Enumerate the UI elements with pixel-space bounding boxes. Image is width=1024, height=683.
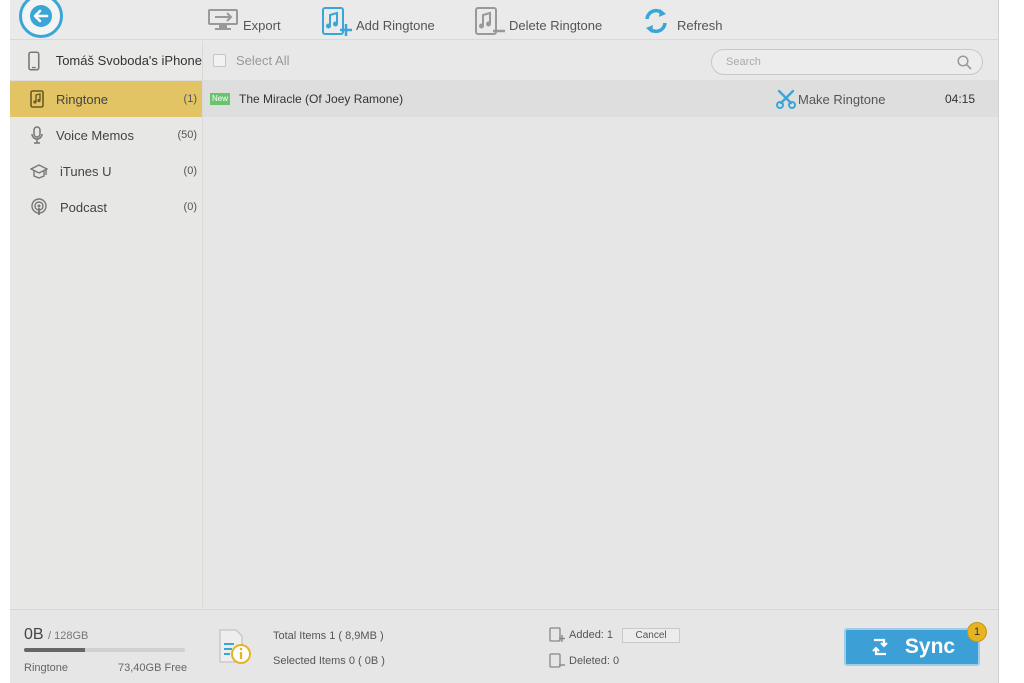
ringtone-list-panel: Select All Search New The Miracle (Of Jo…: [203, 41, 998, 608]
storage-summary: 0B / 128GB Ringtone 73,40GB Free: [24, 626, 194, 674]
table-row[interactable]: New The Miracle (Of Joey Ramone) Make Ri…: [203, 81, 998, 117]
refresh-button[interactable]: Refresh: [641, 6, 723, 38]
arrow-left-icon: [30, 5, 52, 27]
export-button[interactable]: Export: [207, 6, 281, 38]
status-footer: 0B / 128GB Ringtone 73,40GB Free Total I…: [10, 609, 998, 683]
storage-category: Ringtone: [24, 662, 69, 674]
sidebar-item-itunes-u[interactable]: iTunes U (0): [10, 153, 202, 189]
delete-ringtone-icon: [473, 6, 505, 38]
device-item[interactable]: Tomáš Svoboda's iPhone: [10, 41, 202, 81]
export-icon: [207, 6, 239, 38]
sync-label: Sync: [904, 635, 956, 658]
app-window: Export Add Ringtone Delete Ringtone Refr…: [10, 0, 998, 683]
sidebar-item-count: (0): [183, 165, 197, 177]
toolbar: Export Add Ringtone Delete Ringtone Refr…: [10, 0, 998, 40]
ringtone-duration: 04:15: [945, 92, 976, 106]
sync-button[interactable]: Sync: [844, 628, 980, 666]
deleted-status: Deleted: 0: [549, 653, 619, 669]
new-badge: New: [210, 93, 231, 105]
storage-used: 0B: [24, 626, 44, 643]
sync-icon: [872, 638, 888, 656]
file-info-icon: [219, 629, 251, 664]
delete-ringtone-button[interactable]: Delete Ringtone: [473, 6, 602, 38]
iphone-icon: [28, 50, 40, 71]
back-button[interactable]: [19, 0, 63, 38]
make-ringtone-label: Make Ringtone: [798, 91, 886, 107]
make-ringtone-button[interactable]: Make Ringtone: [776, 89, 885, 109]
refresh-label: Refresh: [677, 17, 723, 33]
selected-items: Selected Items 0 ( 0B ): [273, 655, 385, 667]
sidebar-item-label: Voice Memos: [56, 127, 135, 143]
cancel-button[interactable]: Cancel: [622, 627, 681, 643]
deleted-icon: [549, 653, 565, 668]
added-status: Added: 1 Cancel: [549, 627, 681, 643]
search-placeholder: Search: [726, 56, 761, 68]
podcast-icon: [31, 198, 47, 215]
sidebar-item-label: Podcast: [60, 199, 107, 215]
added-label: Added: 1: [569, 629, 614, 641]
ringtone-title: The Miracle (Of Joey Ramone): [239, 92, 404, 106]
storage-total: / 128GB: [48, 630, 89, 642]
window-edge: [998, 0, 999, 683]
sidebar-item-voice-memos[interactable]: Voice Memos (50): [10, 117, 202, 153]
sidebar-item-count: (0): [183, 201, 197, 213]
sidebar-item-count: (1): [183, 93, 197, 105]
sidebar-item-label: iTunes U: [60, 163, 112, 179]
sidebar: Tomáš Svoboda's iPhone Ringtone (1) Voic…: [10, 41, 203, 608]
add-ringtone-button[interactable]: Add Ringtone: [320, 6, 435, 38]
sidebar-item-count: (50): [177, 129, 197, 141]
storage-free: 73,40GB Free: [118, 662, 188, 674]
storage-bar-fill: [24, 648, 86, 652]
sidebar-item-ringtone[interactable]: Ringtone (1): [10, 81, 202, 117]
ringtone-icon: [30, 90, 44, 108]
sync-count-badge: 1: [967, 622, 987, 642]
microphone-icon: [31, 126, 43, 144]
sidebar-item-podcast[interactable]: Podcast (0): [10, 189, 202, 225]
select-all-checkbox[interactable]: [213, 54, 226, 67]
scissors-icon: [776, 89, 796, 109]
device-name: Tomáš Svoboda's iPhone: [55, 53, 202, 68]
search-icon: [957, 54, 972, 70]
sidebar-item-label: Ringtone: [56, 91, 109, 107]
deleted-label: Deleted: 0: [569, 655, 620, 667]
add-ringtone-icon: [320, 6, 352, 38]
refresh-icon: [641, 6, 673, 38]
added-icon: [549, 627, 565, 642]
search-input[interactable]: Search: [711, 49, 983, 75]
delete-ringtone-label: Delete Ringtone: [509, 17, 603, 33]
storage-bar: [24, 648, 185, 652]
total-items: Total Items 1 ( 8,9MB ): [273, 630, 384, 642]
graduation-cap-icon: [30, 164, 48, 179]
add-ringtone-label: Add Ringtone: [356, 17, 435, 33]
list-header: Select All Search: [203, 41, 998, 81]
export-label: Export: [243, 17, 281, 33]
select-all-label[interactable]: Select All: [236, 53, 289, 68]
